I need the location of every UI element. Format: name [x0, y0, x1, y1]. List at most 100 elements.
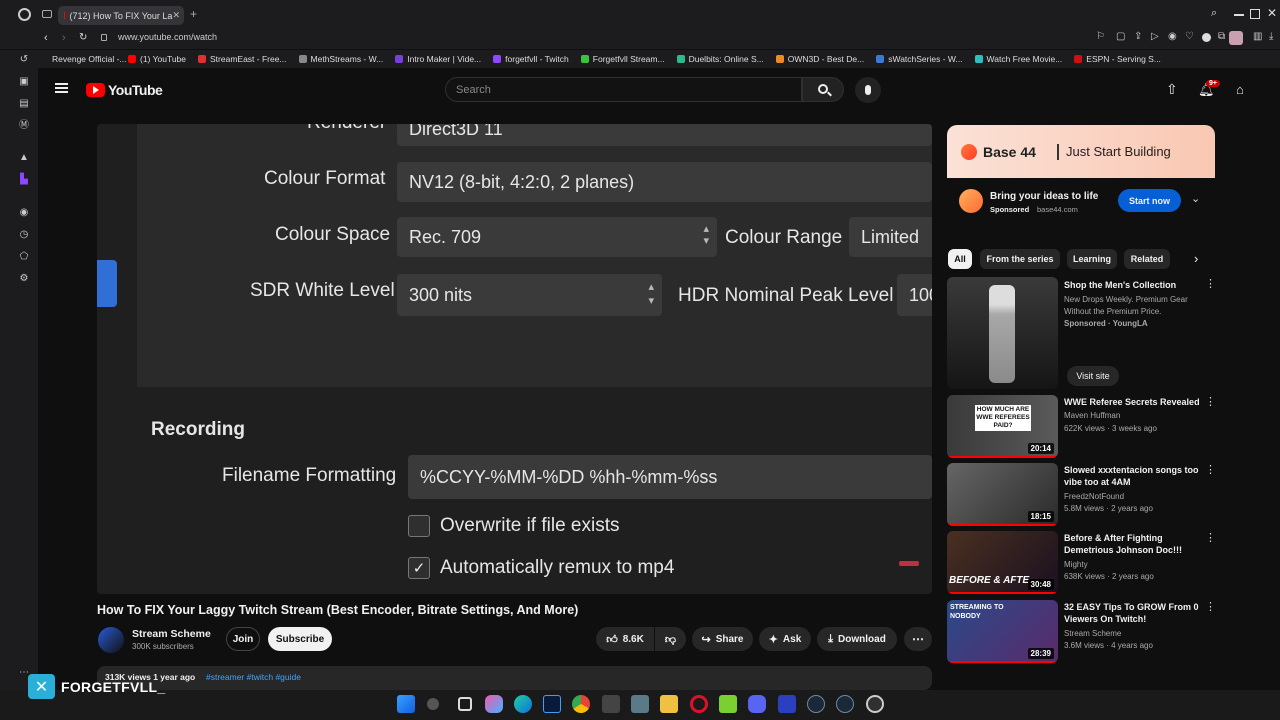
create-upload-icon[interactable]: ⇧ [1166, 81, 1178, 98]
recommendation-item[interactable]: HOW MUCH ARE WWE REFEREES PAID? 20:14 WW… [947, 395, 1222, 458]
history-icon[interactable]: ↺ [18, 54, 30, 66]
ask-button[interactable]: ✦ Ask [759, 627, 811, 651]
close-window-icon[interactable]: ✕ [1267, 6, 1277, 20]
chrome-icon[interactable] [572, 695, 590, 713]
bookmark-item[interactable]: Forgetfvll Stream... [575, 54, 671, 64]
more-vertical-icon[interactable]: ⋮ [1205, 531, 1216, 544]
steam-icon[interactable] [836, 695, 854, 713]
chip-learning[interactable]: Learning [1067, 249, 1117, 269]
bookmark-item[interactable]: StreamEast - Free... [192, 54, 293, 64]
sidebar-toggle-icon[interactable]: ▥ [1253, 31, 1262, 42]
extension-icon[interactable]: ▢ [1116, 31, 1125, 42]
download-icon[interactable]: ⤓ [1269, 31, 1273, 42]
sponsored-ad-card[interactable]: Base 44 Just Start Building Bring your i… [947, 125, 1215, 225]
bookmark-item[interactable]: ESPN - Serving S... [1068, 54, 1167, 64]
more-vertical-icon[interactable]: ⋮ [1205, 463, 1216, 476]
sidebar-app-icon[interactable]: ▣ [18, 76, 30, 88]
extension-icon[interactable]: ⇪ [1134, 31, 1142, 42]
chevron-down-icon[interactable]: ⌄ [1191, 192, 1200, 205]
channel-avatar[interactable] [98, 627, 124, 653]
reload-icon[interactable]: ↻ [79, 32, 87, 43]
search-input[interactable]: Search [445, 77, 802, 102]
extension-icon[interactable]: ◉ [1168, 31, 1177, 42]
heart-icon[interactable]: ♡ [1185, 31, 1194, 42]
dislike-button[interactable]: 👎︎ [655, 627, 686, 651]
opera-icon[interactable] [690, 695, 708, 713]
task-view-icon[interactable] [458, 697, 472, 711]
hashtags[interactable]: #streamer #twitch #guide [206, 672, 301, 682]
like-button[interactable]: 👍︎ 8.6K [596, 627, 654, 651]
maximize-icon[interactable] [1250, 9, 1260, 19]
app-taskbar-icon[interactable] [719, 695, 737, 713]
sidebar-app-icon[interactable]: Ⓜ [18, 120, 30, 132]
search-button[interactable] [802, 77, 844, 102]
windows-start-icon[interactable] [397, 695, 415, 713]
app-taskbar-icon[interactable] [602, 695, 620, 713]
chip-from-the-series[interactable]: From the series [980, 249, 1060, 269]
bookmark-item[interactable]: Watch Free Movie... [969, 54, 1069, 64]
bookmark-item[interactable]: Duelbits: Online S... [671, 54, 770, 64]
extension-icon[interactable] [1202, 33, 1211, 42]
sidebar-app-icon[interactable]: ⬠ [18, 251, 30, 263]
recommendation-item[interactable]: STREAMING TO NOBODY 28:39 32 EASY Tips T… [947, 600, 1222, 663]
recommendation-item[interactable]: BEFORE & AFTE 30:48 Before & After Fight… [947, 531, 1222, 594]
bookmark-item[interactable]: Revenge Official -... [38, 54, 127, 64]
discord-icon[interactable] [748, 695, 766, 713]
forward-icon[interactable]: › [62, 32, 66, 44]
more-vertical-icon[interactable]: ⋮ [1205, 395, 1216, 408]
youtube-logo[interactable]: YouTube [86, 82, 163, 98]
more-vertical-icon[interactable]: ⋮ [1205, 277, 1216, 290]
photoshop-icon[interactable] [543, 695, 561, 713]
file-explorer-icon[interactable] [660, 695, 678, 713]
video-player[interactable]: Renderer Direct3D 11 Colour Format NV12 … [97, 124, 932, 594]
chip-all[interactable]: All [948, 249, 972, 269]
sidebar-app-icon[interactable]: ▤ [18, 98, 30, 110]
app-taskbar-icon[interactable] [778, 695, 796, 713]
copilot-icon[interactable] [485, 695, 503, 713]
visit-site-button[interactable]: Visit site [1067, 366, 1119, 386]
subscribe-button[interactable]: Subscribe [268, 627, 332, 651]
ad-cta-button[interactable]: Start now [1118, 189, 1181, 212]
join-button[interactable]: Join [226, 627, 260, 651]
bookmark-item[interactable]: sWatchSeries - W... [870, 54, 968, 64]
browser-logo-icon[interactable] [18, 8, 31, 21]
back-icon[interactable]: ‹ [44, 32, 48, 44]
search-tabs-icon[interactable]: ⌕ [1211, 7, 1217, 20]
new-tab-icon[interactable]: + [190, 7, 197, 21]
account-avatar[interactable]: ⌂ [1236, 82, 1244, 97]
bookmark-item[interactable]: Intro Maker | Vide... [389, 54, 487, 64]
edge-icon[interactable] [514, 695, 532, 713]
more-vertical-icon[interactable]: ⋮ [1205, 600, 1216, 613]
player-sidebar-icon[interactable]: ◉ [18, 207, 30, 219]
bookmark-item[interactable]: OWN3D - Best De... [770, 54, 871, 64]
chips-next-icon[interactable]: › [1194, 251, 1198, 266]
chip-related[interactable]: Related [1124, 249, 1170, 269]
play-extension-icon[interactable]: ▷ [1151, 31, 1159, 42]
tab-actions-icon[interactable] [42, 10, 52, 18]
more-actions-button[interactable]: ⋯ [904, 627, 932, 651]
recommendation-item[interactable]: 18:15 Slowed xxxtentacion songs too vibe… [947, 463, 1222, 526]
obs-icon[interactable] [866, 695, 884, 713]
minimize-icon[interactable] [1234, 14, 1244, 16]
bookmark-item[interactable]: MethStreams - W... [293, 54, 390, 64]
search-taskbar-icon[interactable] [427, 698, 439, 710]
bookmark-item[interactable]: (1) YouTube [122, 54, 192, 64]
voice-search-button[interactable] [855, 77, 881, 103]
twitch-sidebar-icon[interactable]: ▙ [18, 174, 30, 186]
channel-name[interactable]: Stream Scheme [132, 628, 211, 640]
download-button[interactable]: ⤓ Download [817, 627, 897, 651]
app-taskbar-icon[interactable] [631, 695, 649, 713]
clock-sidebar-icon[interactable]: ◷ [18, 229, 30, 241]
bookmark-item[interactable]: forgetfvll - Twitch [487, 54, 575, 64]
share-button[interactable]: ↪ Share [692, 627, 753, 651]
sidebar-app-icon[interactable]: ▲ [18, 152, 30, 164]
browser-tab-active[interactable]: (712) How To FIX Your La ✕ [58, 6, 184, 25]
settings-sidebar-icon[interactable]: ⚙ [18, 273, 30, 285]
bookmark-star-icon[interactable]: ⚐ [1096, 31, 1105, 42]
extensions-puzzle-icon[interactable]: ⧉ [1218, 31, 1225, 42]
tab-close-icon[interactable]: ✕ [172, 10, 180, 21]
profile-avatar[interactable] [1229, 31, 1243, 45]
url-field[interactable]: www.youtube.com/watch [118, 32, 217, 42]
steam-icon[interactable] [807, 695, 825, 713]
sponsored-recommendation[interactable]: Shop the Men's Collection New Drops Week… [947, 277, 1222, 390]
